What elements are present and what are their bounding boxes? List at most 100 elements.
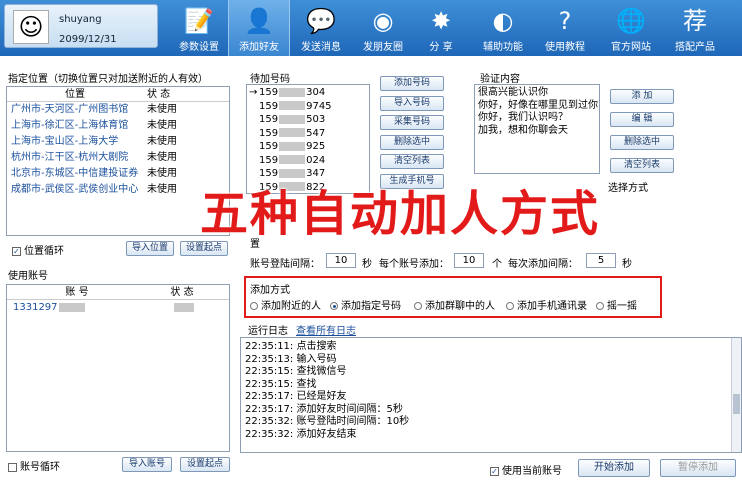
website-icon: 🌐	[616, 7, 646, 35]
location-name: 北京市-东城区-中信建投证券	[11, 168, 139, 179]
location-status: 未使用	[147, 152, 177, 163]
location-list[interactable]: 位置 状 态 广州市-天河区-广州图书馆 未使用 上海市-徐汇区-上海体育馆 未使用上…	[6, 86, 230, 236]
blurred-digits	[279, 128, 306, 137]
nav-label: 发朋友圈	[363, 42, 403, 53]
delete-selected-number-button[interactable]: 删除选中	[380, 134, 444, 150]
nav-settings-button[interactable]: 📝 参数设置	[168, 0, 230, 56]
clear-number-list-button[interactable]: 清空列表	[380, 154, 444, 169]
pause-add-button[interactable]: 暂停添加	[660, 459, 736, 477]
log-title: 运行日志	[248, 326, 288, 337]
nav-moments-button[interactable]: ◉ 发朋友圈	[352, 0, 414, 56]
verify-message-item[interactable]: 你好，好像在哪里见到过你	[478, 100, 598, 113]
delete-selected-verify-button[interactable]: 删除选中	[610, 135, 674, 150]
interval-section-title: 置	[250, 239, 260, 250]
location-status: 未使用	[147, 168, 177, 179]
number-suffix: 547	[306, 127, 326, 139]
add-mode-option[interactable]: 摇一摇	[596, 297, 637, 312]
products-icon: 荐	[683, 7, 707, 35]
number-suffix: 024	[306, 154, 326, 166]
number-prefix: 159	[259, 87, 279, 98]
nav-website-button[interactable]: 🌐 官方网站	[600, 0, 662, 56]
import-location-button[interactable]: 导入位置	[126, 241, 174, 256]
nav-tools-button[interactable]: ◐ 辅助功能	[472, 0, 534, 56]
view-all-logs-link[interactable]: 查看所有日志	[296, 322, 356, 337]
nav-label: 使用教程	[545, 42, 585, 53]
checkbox-unchecked-icon	[8, 462, 17, 472]
add-number-button[interactable]: 添加号码	[380, 76, 444, 91]
location-row[interactable]: 杭州市-江干区-杭州大剧院 未使用	[7, 150, 229, 166]
start-add-button[interactable]: 开始添加	[578, 459, 650, 477]
number-suffix: 503	[306, 114, 326, 125]
location-row[interactable]: 上海市-宝山区-上海大学 未使用	[7, 134, 229, 150]
pending-numbers-list[interactable]: → 159 304 159 9745 159 503 159 547 159 925 159 024 1…	[246, 84, 370, 194]
number-suffix: 304	[306, 87, 326, 98]
nav-label: 辅助功能	[483, 42, 523, 53]
arrow-right-icon: →	[249, 87, 258, 98]
import-number-button[interactable]: 导入号码	[380, 95, 444, 111]
nav-share-button[interactable]: ✸ 分 享	[410, 0, 472, 56]
pending-number-row[interactable]: 159 503	[247, 113, 369, 127]
location-name: 上海市-徐汇区-上海体育馆	[11, 120, 129, 131]
account-loop-checkbox[interactable]: 账号循环	[8, 458, 60, 473]
user-avatar-icon: ☺	[18, 13, 44, 41]
scrollbar-thumb[interactable]	[733, 394, 740, 414]
checkbox-checked-icon: ✓	[12, 246, 21, 256]
verify-content-list[interactable]: 很高兴能认识你 你好，好像在哪里见到过你 你好，我们认识吗？ 加我，想和你聊会天	[474, 84, 600, 174]
add-mode-option-label: 摇一摇	[607, 301, 637, 312]
import-account-button[interactable]: 导入账号	[122, 457, 172, 472]
tutorial-icon: ?	[558, 7, 572, 35]
pending-number-row[interactable]: 159 304	[247, 86, 369, 100]
log-line: 22:35:32: 账号登陆时间间隔：10秒	[245, 416, 410, 427]
use-current-account-checkbox[interactable]: ✓ 使用当前账号	[490, 462, 562, 477]
location-loop-checkbox[interactable]: ✓ 位置循环	[12, 242, 64, 257]
set-account-start-button[interactable]: 设置起点	[180, 457, 230, 472]
account-loop-label: 账号循环	[20, 462, 60, 473]
location-row[interactable]: 广州市-天河区-广州图书馆 未使用	[7, 102, 229, 118]
radio-icon	[250, 302, 258, 310]
verify-message-item[interactable]: 很高兴能认识你	[478, 87, 596, 100]
each-interval-input[interactable]: 5	[586, 253, 616, 268]
log-panel[interactable]: 22:35:11: 点击搜索 22:35:13: 输入号码 22:35:15: 查找…	[240, 337, 742, 453]
account-row[interactable]: 1331297	[7, 300, 229, 316]
account-list[interactable]: 账 号 状 态 1331297	[6, 284, 230, 452]
add-verify-button[interactable]: 添 加	[610, 89, 674, 104]
per-account-input[interactable]: 10	[454, 253, 484, 268]
status-column-header: 状 态	[147, 89, 171, 100]
radio-icon	[506, 302, 514, 310]
checkbox-checked-icon: ✓	[490, 466, 499, 476]
pending-number-row[interactable]: 159 347	[247, 167, 369, 181]
log-scrollbar[interactable]	[731, 338, 741, 452]
location-column-header: 位置	[65, 89, 85, 100]
avatar[interactable]: ☺	[13, 10, 49, 44]
edit-verify-button[interactable]: 编 辑	[610, 112, 674, 127]
number-prefix: 159	[259, 127, 279, 139]
pending-number-row[interactable]: 159 9745	[247, 100, 369, 114]
number-prefix: 159	[259, 154, 279, 166]
add-mode-option[interactable]: 添加附近的人	[250, 297, 321, 312]
nav-products-button[interactable]: 荐搭配产品	[664, 0, 726, 56]
nav-add-friend-button[interactable]: 👤 添加好友	[228, 0, 290, 56]
number-prefix: 159	[259, 168, 279, 179]
add-mode-option[interactable]: 添加指定号码	[330, 297, 401, 312]
pending-number-row[interactable]: 159 547	[247, 127, 369, 141]
account-column-header: 账 号	[65, 287, 89, 298]
location-row[interactable]: 成都市-武侯区-武侯创业中心 未使用	[7, 182, 229, 198]
verify-message-item[interactable]: 你好，我们认识吗？	[478, 112, 596, 125]
location-row[interactable]: 上海市-徐汇区-上海体育馆 未使用	[7, 118, 229, 134]
add-mode-option-label: 添加附近的人	[261, 301, 321, 312]
use-current-account-label: 使用当前账号	[502, 466, 562, 477]
location-name: 上海市-宝山区-上海大学	[11, 136, 119, 147]
clear-verify-list-button[interactable]: 清空列表	[610, 158, 674, 173]
add-mode-option[interactable]: 添加手机通讯录	[506, 297, 587, 312]
moments-icon: ◉	[372, 7, 394, 35]
nav-send-message-button[interactable]: 💬 发送消息	[290, 0, 352, 56]
nav-tutorial-button[interactable]: ? 使用教程	[534, 0, 596, 56]
add-mode-option[interactable]: 添加群聊中的人	[414, 297, 495, 312]
expiry-date: 2099/12/31	[59, 34, 117, 45]
collect-number-button[interactable]: 采集号码	[380, 115, 444, 130]
login-interval-input[interactable]: 10	[326, 253, 356, 268]
verify-message-item[interactable]: 加我，想和你聊会天	[478, 125, 596, 138]
pending-number-row[interactable]: 159 925	[247, 140, 369, 154]
location-row[interactable]: 北京市-东城区-中信建投证券 未使用	[7, 166, 229, 182]
pending-number-row[interactable]: 159 024	[247, 154, 369, 168]
